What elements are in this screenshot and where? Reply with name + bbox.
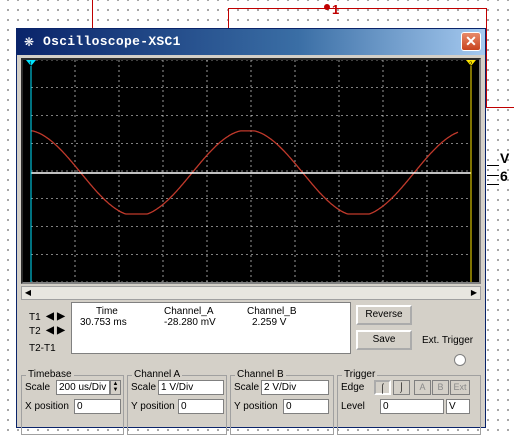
net-node-label: 1 <box>332 2 340 17</box>
channel-a-group: Channel A Scale 1 V/Div Y position 0 <box>127 369 227 435</box>
channel-a-ypos-field[interactable]: 0 <box>178 399 224 414</box>
trigger-level-label: Level <box>341 401 365 412</box>
scope-screen[interactable]: 1 2 <box>23 60 479 282</box>
timebase-xpos-field[interactable]: 0 <box>74 399 121 414</box>
trigger-edge-label: Edge <box>341 382 365 393</box>
schematic-wire-drop <box>228 8 229 28</box>
header-channel-a: Channel_A <box>164 306 214 317</box>
channel-a-scale-field[interactable]: 1 V/Div <box>158 380 224 395</box>
t1-label: T1 <box>29 312 41 323</box>
trigger-source-a-button[interactable]: A <box>414 380 431 395</box>
header-time: Time <box>96 306 118 317</box>
channel-b-scale-label: Scale <box>234 382 260 393</box>
rising-edge-icon[interactable]: ⌠ <box>374 380 391 395</box>
scroll-right-icon[interactable]: ▶ <box>468 287 480 299</box>
cursor-t1[interactable]: 1 <box>26 60 36 282</box>
horizontal-scrollbar[interactable]: ◀ ▶ <box>21 286 481 300</box>
t2-right-arrow-icon[interactable]: ▶ <box>56 326 66 336</box>
scope-display: 1 2 <box>21 58 481 284</box>
schematic-wire-top-left <box>92 0 93 28</box>
schematic-wire-top <box>228 8 486 9</box>
close-button[interactable]: ✕ <box>461 32 481 51</box>
channel-b-group: Channel B Scale 2 V/Div Y position 0 <box>230 369 334 435</box>
scroll-left-icon[interactable]: ◀ <box>22 287 34 299</box>
oscilloscope-window: ❋ Oscilloscope-XSC1 ✕ 1 2 ◀ ▶ T1 ◀ ▶ T2 … <box>16 28 486 435</box>
schematic-wire-right-drop <box>486 8 487 108</box>
header-channel-b: Channel_B <box>247 306 297 317</box>
channel-b-title: Channel B <box>235 369 286 380</box>
schematic-wire-right <box>486 107 514 108</box>
timebase-xpos-label: X position <box>25 401 69 412</box>
ext-trigger-label: Ext. Trigger <box>422 335 474 346</box>
scope-grid <box>30 60 472 282</box>
t1-channel-a-value: -28.280 mV <box>164 317 216 328</box>
measurement-table: Time Channel_A Channel_B 30.753 ms -28.2… <box>71 302 351 354</box>
trigger-level-field[interactable]: 0 <box>380 399 444 414</box>
timebase-scale-field[interactable]: 200 us/Div <box>56 380 110 395</box>
readout-panel: T1 ◀ ▶ T2 ◀ ▶ T2-T1 Time Channel_A Chann… <box>21 302 481 366</box>
channel-b-scale-field[interactable]: 2 V/Div <box>261 380 329 395</box>
timebase-scale-spinner[interactable]: ▲ ▼ <box>110 380 121 395</box>
channel-b-ypos-field[interactable]: 0 <box>283 399 329 414</box>
trigger-group: Trigger Edge ⌠ ⌡ A B Ext Level 0 V <box>337 369 481 435</box>
timebase-scale-label: Scale <box>25 382 51 393</box>
t1-left-arrow-icon[interactable]: ◀ <box>45 312 55 322</box>
channel-a-title: Channel A <box>132 369 183 380</box>
t1-channel-b-value: 2.259 V <box>252 317 287 328</box>
t2-left-arrow-icon[interactable]: ◀ <box>45 326 55 336</box>
component-pin-line <box>487 184 499 185</box>
timebase-group: Timebase Scale 200 us/Div ▲ ▼ X position … <box>21 369 124 435</box>
channel-b-ypos-label: Y position <box>234 401 278 412</box>
component-label-v: V <box>500 150 510 166</box>
schematic-junction-dot <box>324 4 330 10</box>
t1-right-arrow-icon[interactable]: ▶ <box>56 312 66 322</box>
window-title: Oscilloscope-XSC1 <box>43 34 181 49</box>
t1-time-value: 30.753 ms <box>80 317 127 328</box>
close-icon: ✕ <box>465 33 477 49</box>
trigger-level-unit[interactable]: V <box>446 399 470 414</box>
falling-edge-icon[interactable]: ⌡ <box>393 380 410 395</box>
t2-t1-label: T2-T1 <box>29 343 56 354</box>
save-button[interactable]: Save <box>356 330 412 350</box>
trigger-title: Trigger <box>342 369 378 380</box>
t2-label: T2 <box>29 326 41 337</box>
title-bar[interactable]: ❋ Oscilloscope-XSC1 ✕ <box>17 29 485 55</box>
timebase-title: Timebase <box>26 369 74 380</box>
channel-a-ypos-label: Y position <box>131 401 175 412</box>
reverse-button[interactable]: Reverse <box>356 305 412 325</box>
trigger-source-ext-button[interactable]: Ext <box>450 380 470 395</box>
component-label-6: 6 <box>500 168 508 184</box>
component-pin-line <box>487 175 499 176</box>
ext-trigger-terminal[interactable] <box>454 354 466 366</box>
oscilloscope-icon: ❋ <box>24 35 35 49</box>
trigger-source-b-button[interactable]: B <box>432 380 449 395</box>
component-pin-line <box>487 165 499 166</box>
channel-a-scale-label: Scale <box>131 382 157 393</box>
